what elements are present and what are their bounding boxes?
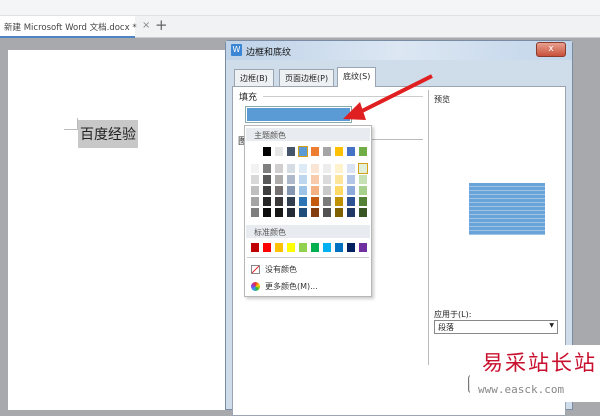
- tab-shading[interactable]: 底纹(S): [337, 67, 377, 87]
- watermark-logo-text: 易采站长站: [482, 351, 597, 375]
- arrow-head: [343, 102, 366, 120]
- annotation-arrow: [343, 74, 433, 120]
- watermark-url: www.easck.com: [478, 383, 565, 396]
- watermark: 易采站长站 www.easck.com: [470, 345, 600, 402]
